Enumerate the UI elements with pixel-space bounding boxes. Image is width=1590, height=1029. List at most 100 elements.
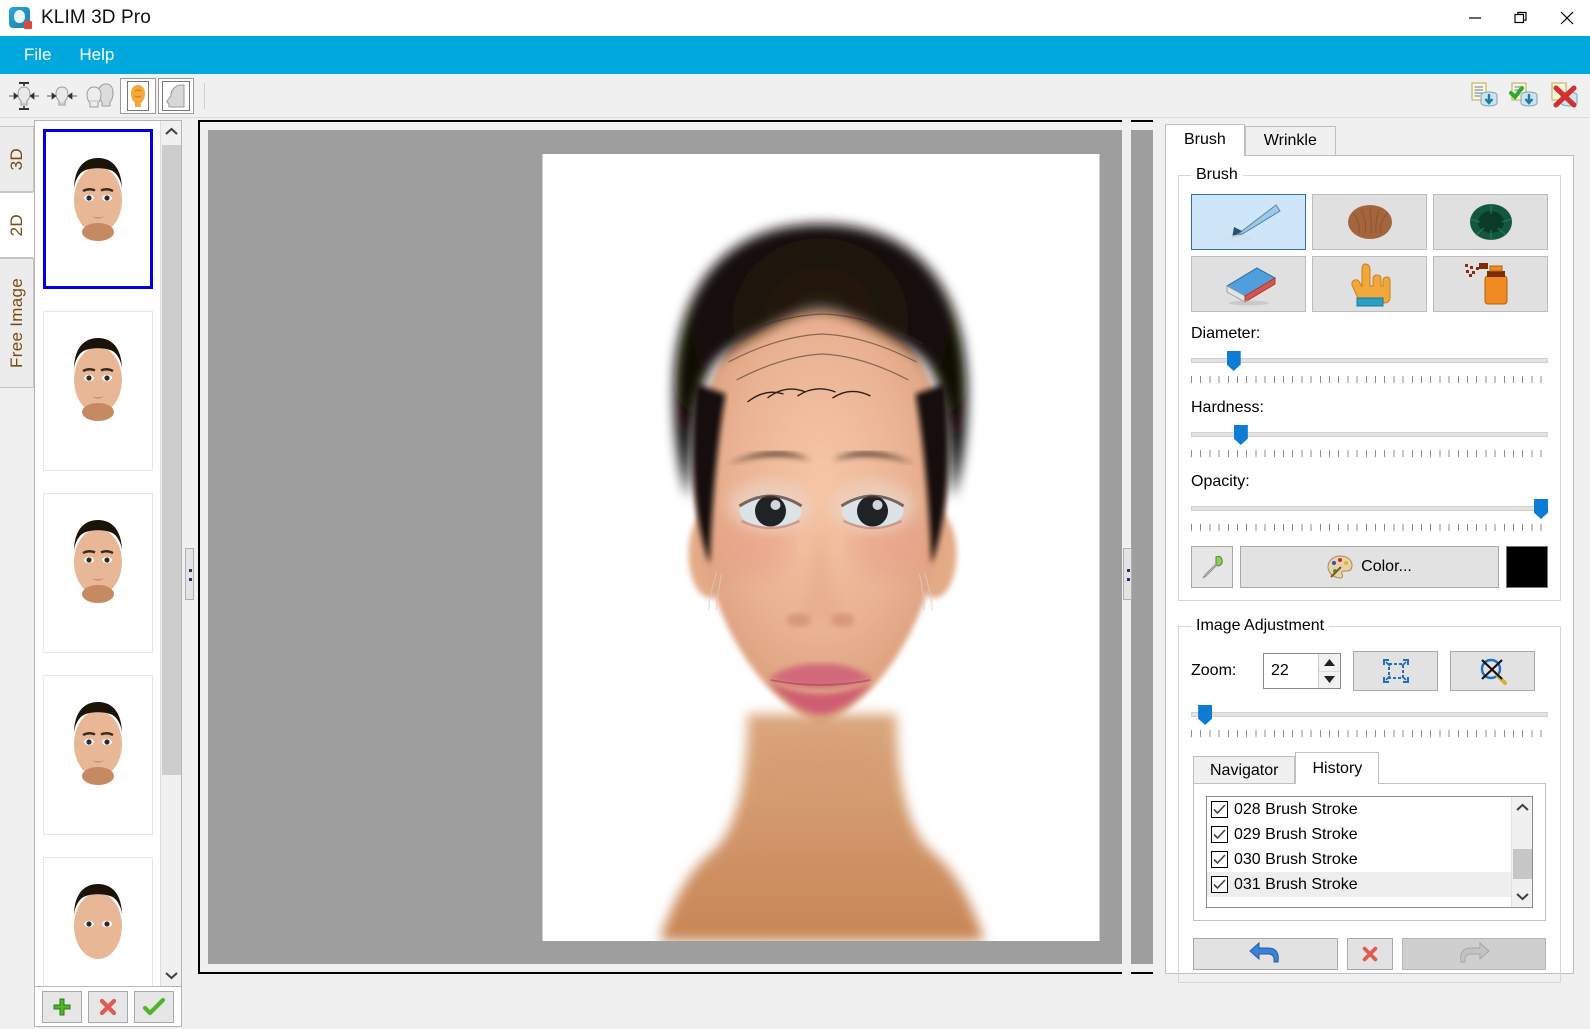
hair-brush-tool-button[interactable]: [1312, 194, 1427, 250]
history-item-checkbox[interactable]: [1211, 851, 1228, 868]
hardness-slider-knob[interactable]: [1233, 425, 1248, 445]
menu-file[interactable]: File: [10, 41, 65, 69]
eraser-tool-button[interactable]: [1191, 256, 1306, 312]
delete-image-button[interactable]: [88, 990, 128, 1023]
current-color-swatch[interactable]: [1506, 546, 1548, 588]
diameter-slider-knob[interactable]: [1226, 351, 1241, 371]
minimize-button[interactable]: [1452, 0, 1498, 36]
scrollbar-thumb[interactable]: [162, 145, 181, 775]
zoom-decrease-button[interactable]: [1319, 672, 1340, 689]
history-item-checkbox[interactable]: [1211, 876, 1228, 893]
thumbnail-scrollbar[interactable]: [160, 121, 181, 986]
eyedropper-button[interactable]: [1191, 546, 1233, 588]
zoom-slider-knob[interactable]: [1198, 705, 1213, 725]
left-splitter[interactable]: [184, 118, 194, 1029]
color-button[interactable]: Color...: [1240, 546, 1499, 588]
reset-zoom-button[interactable]: [1450, 651, 1535, 691]
thumbnail-item[interactable]: [42, 129, 153, 289]
thumbnail-item[interactable]: [42, 311, 153, 471]
database-load-button[interactable]: [1466, 78, 1502, 114]
image-adjustment-group: Image Adjustment Zoom: 22 Navigator Hist…: [1178, 617, 1561, 983]
subtab-navigator[interactable]: Navigator: [1193, 756, 1296, 784]
spray-can-icon: [1464, 263, 1507, 305]
history-scroll-down-button[interactable]: [1512, 886, 1532, 907]
zoom-stepper[interactable]: 22: [1263, 653, 1341, 689]
history-item-checkbox[interactable]: [1211, 801, 1228, 818]
zoom-increase-button[interactable]: [1319, 654, 1340, 672]
opacity-slider-knob[interactable]: [1534, 499, 1548, 519]
sidebar-tab-3d[interactable]: 3D: [0, 126, 34, 192]
thumbnail-item[interactable]: [42, 675, 153, 835]
toolbar-right-group: [1466, 78, 1582, 114]
smudge-tool-button[interactable]: [1312, 256, 1427, 312]
left-splitter-grip[interactable]: [185, 547, 194, 600]
opacity-slider[interactable]: [1191, 497, 1548, 523]
history-list-box[interactable]: 028 Brush Stroke 029 Brush Stroke 030 Br…: [1206, 796, 1533, 908]
tab-brush[interactable]: Brush: [1165, 124, 1245, 156]
add-image-button[interactable]: [42, 990, 82, 1023]
zoom-value[interactable]: 22: [1264, 654, 1318, 688]
hardness-label: Hardness:: [1191, 399, 1264, 416]
color-row: Color...: [1191, 546, 1548, 588]
history-item[interactable]: 029 Brush Stroke: [1207, 822, 1511, 847]
close-button[interactable]: [1544, 0, 1590, 36]
subtab-history[interactable]: History: [1295, 752, 1380, 784]
front-face-texture-icon: [127, 80, 149, 111]
right-splitter[interactable]: [1122, 118, 1132, 1029]
clear-history-button[interactable]: [1346, 938, 1393, 970]
sidebar-tab-2d[interactable]: 2D: [0, 192, 34, 258]
sponge-brush-tool-button[interactable]: [1433, 194, 1548, 250]
hardness-slider[interactable]: [1191, 423, 1548, 449]
history-scroll-up-button[interactable]: [1512, 797, 1532, 818]
history-list[interactable]: 028 Brush Stroke 029 Brush Stroke 030 Br…: [1207, 797, 1511, 907]
history-scrollbar-thumb[interactable]: [1513, 849, 1532, 879]
diameter-slider[interactable]: [1191, 349, 1548, 375]
front-and-profile-button[interactable]: [82, 78, 118, 114]
history-item-checkbox[interactable]: [1211, 826, 1228, 843]
undo-button[interactable]: [1193, 938, 1338, 970]
redo-button[interactable]: [1401, 938, 1546, 970]
brush-tool-grid: [1191, 194, 1548, 312]
tab-wrinkle[interactable]: Wrinkle: [1244, 126, 1336, 156]
confirm-image-button[interactable]: [134, 990, 174, 1023]
sidebar-tab-2d-label: 2D: [6, 213, 26, 237]
sidebar-tab-free-image-label: Free Image: [6, 278, 26, 368]
thumbnail-list[interactable]: [35, 121, 160, 986]
check-icon: [1213, 854, 1226, 865]
history-item-label: 030 Brush Stroke: [1234, 850, 1358, 868]
thumbnail-item[interactable]: [42, 857, 153, 986]
hair-tuft-icon: [1347, 205, 1392, 239]
profile-face-button[interactable]: [158, 77, 194, 114]
window-title: KLIM 3D Pro: [41, 7, 151, 28]
right-splitter-grip[interactable]: [1123, 547, 1132, 600]
symmetry-horizontal-button[interactable]: [44, 78, 80, 114]
history-item[interactable]: 028 Brush Stroke: [1207, 797, 1511, 822]
history-item-label: 028 Brush Stroke: [1234, 800, 1358, 818]
green-sponge-icon: [1469, 204, 1512, 240]
restore-button[interactable]: [1498, 0, 1544, 36]
history-scrollbar[interactable]: [1511, 797, 1532, 907]
face-thumbnail-icon: [73, 520, 122, 603]
face-thumbnail-icon: [73, 338, 122, 421]
app-logo-icon: [8, 6, 32, 30]
zoom-slider[interactable]: [1191, 703, 1548, 729]
history-item[interactable]: 031 Brush Stroke: [1207, 872, 1511, 897]
menu-help[interactable]: Help: [65, 41, 128, 69]
fit-to-screen-button[interactable]: [1353, 651, 1438, 691]
thumbnail-item[interactable]: [42, 493, 153, 653]
database-delete-button[interactable]: [1546, 78, 1582, 114]
history-item[interactable]: 030 Brush Stroke: [1207, 847, 1511, 872]
scroll-up-button[interactable]: [161, 121, 182, 142]
database-save-button[interactable]: [1506, 78, 1542, 114]
thumbnail-panel: [34, 120, 182, 987]
symmetry-both-axes-button[interactable]: [6, 78, 42, 114]
paintbrush-tool-button[interactable]: [1191, 194, 1306, 250]
main-toolbar: [0, 74, 1590, 118]
face-thumbnail-icon: [73, 158, 122, 241]
scroll-down-button[interactable]: [161, 965, 182, 986]
sidebar-tab-free-image[interactable]: Free Image: [0, 258, 34, 388]
spray-tool-button[interactable]: [1433, 256, 1548, 312]
tab-brush-label: Brush: [1184, 131, 1226, 148]
canvas-paper[interactable]: [542, 154, 1100, 941]
front-face-texture-button[interactable]: [120, 77, 156, 114]
